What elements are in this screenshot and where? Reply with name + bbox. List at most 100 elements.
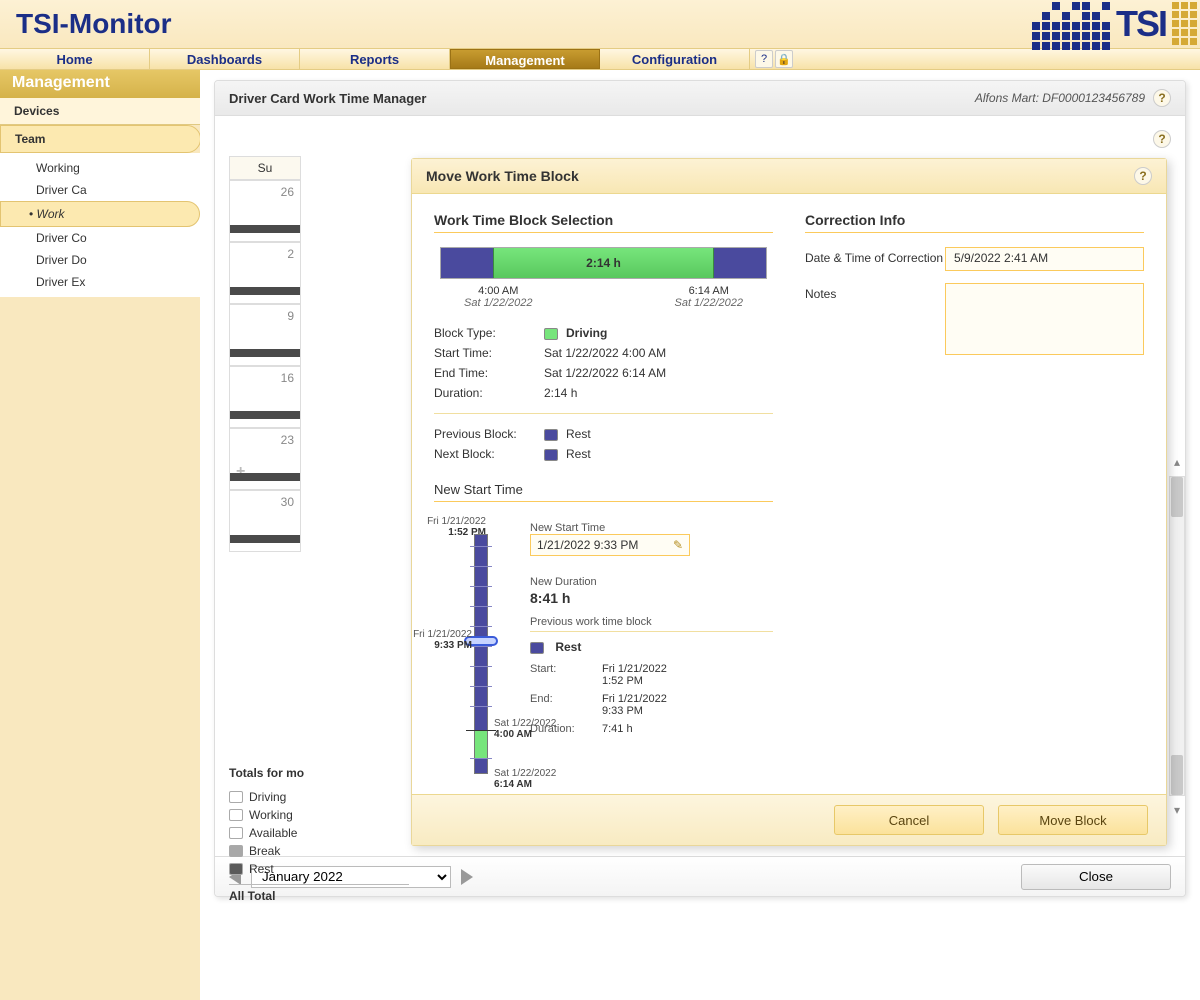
slider-tick bbox=[470, 606, 492, 607]
prev-block-type: Rest bbox=[555, 640, 581, 654]
modal-body: Work Time Block Selection 2:14 h 4:00 AM… bbox=[412, 194, 1166, 794]
top-banner: TSI-Monitor TSI bbox=[0, 0, 1200, 48]
totals-row: Rest bbox=[229, 860, 409, 878]
sidebar-item-driver-ex[interactable]: Driver Ex bbox=[0, 271, 200, 293]
scroll-thumb[interactable] bbox=[1171, 755, 1183, 795]
panel-help-icon[interactable]: ? bbox=[1153, 130, 1171, 148]
kv-value: Fri 1/21/20229:33 PM bbox=[602, 693, 667, 717]
kv-value: Sat 1/22/2022 4:00 AM bbox=[544, 346, 666, 360]
sidebar-item-driver-co[interactable]: Driver Co bbox=[0, 227, 200, 249]
cal-bar-icon bbox=[230, 287, 300, 295]
scroll-thumb[interactable] bbox=[1171, 477, 1183, 517]
slider-tick bbox=[470, 566, 492, 567]
kv-row: End:Fri 1/21/20229:33 PM bbox=[530, 690, 773, 720]
correction-notes-input[interactable] bbox=[945, 283, 1144, 355]
calendar-day[interactable]: 26 bbox=[229, 180, 301, 242]
sidebar-tab-devices[interactable]: Devices bbox=[0, 98, 200, 125]
nav-home[interactable]: Home bbox=[0, 49, 150, 69]
sidebar-item-working[interactable]: Working bbox=[0, 157, 200, 179]
correction-dt-input[interactable]: 5/9/2022 2:41 AM bbox=[945, 247, 1144, 271]
sidebar: Management Devices Team Working Driver C… bbox=[0, 70, 200, 1000]
slider-tick bbox=[470, 706, 492, 707]
slider-tick bbox=[470, 646, 492, 647]
calendar-header-su: Su bbox=[229, 156, 301, 180]
slider-tick bbox=[470, 546, 492, 547]
next-month-button[interactable] bbox=[461, 869, 473, 885]
nav-dashboards[interactable]: Dashboards bbox=[150, 49, 300, 69]
sidebar-tab-team[interactable]: Team bbox=[0, 125, 201, 153]
nav-configuration[interactable]: Configuration bbox=[600, 49, 750, 69]
kv-row: Next Block:Rest bbox=[434, 444, 773, 464]
calendar-day[interactable]: 23+ bbox=[229, 428, 301, 490]
slider-seg1-label: Sat 1/22/2022 4:00 AM bbox=[494, 718, 564, 740]
kv-row: Start:Fri 1/21/20221:52 PM bbox=[530, 660, 773, 690]
sidebar-item-work[interactable]: Work bbox=[0, 201, 200, 227]
slider-seg2-label: Sat 1/22/2022 6:14 AM bbox=[494, 768, 564, 790]
cancel-button[interactable]: Cancel bbox=[834, 805, 984, 835]
cal-bar-icon bbox=[230, 349, 300, 357]
correction-datetime-row: Date & Time of Correction 5/9/2022 2:41 … bbox=[805, 247, 1144, 271]
logo-right-dots-icon bbox=[1172, 2, 1200, 46]
new-start-time-area: Fri 1/21/2022 1:52 PM bbox=[434, 516, 773, 738]
scrollbar[interactable]: ▴ ▾ bbox=[1169, 476, 1185, 796]
swatch-icon bbox=[544, 449, 558, 461]
swatch-icon bbox=[544, 328, 558, 340]
calendar-date: 23 bbox=[281, 433, 294, 447]
correction-notes-label: Notes bbox=[805, 283, 945, 301]
kv-value: Rest bbox=[544, 447, 591, 461]
totals-row: Working bbox=[229, 806, 409, 824]
close-button[interactable]: Close bbox=[1021, 864, 1171, 890]
calendar-day[interactable]: 16 bbox=[229, 366, 301, 428]
calendar-day[interactable]: 9 bbox=[229, 304, 301, 366]
sidebar-header: Management bbox=[0, 70, 200, 98]
totals-swatch-icon bbox=[229, 809, 243, 821]
slider-tick bbox=[470, 586, 492, 587]
move-block-button[interactable]: Move Block bbox=[998, 805, 1148, 835]
modal-header: Move Work Time Block ? bbox=[412, 159, 1166, 194]
scroll-down-icon[interactable]: ▾ bbox=[1170, 803, 1184, 817]
slider-tick-major bbox=[466, 730, 496, 731]
manager-help-icon[interactable]: ? bbox=[1153, 89, 1171, 107]
edit-icon[interactable]: ✎ bbox=[673, 538, 683, 552]
kv-row: Start Time:Sat 1/22/2022 4:00 AM bbox=[434, 343, 773, 363]
new-start-fields: New Start Time 1/21/2022 9:33 PM ✎ New D… bbox=[530, 516, 773, 738]
nav-help-icon[interactable]: ? bbox=[755, 50, 773, 68]
slider-tick bbox=[470, 686, 492, 687]
content-area: Driver Card Work Time Manager Alfons Mar… bbox=[200, 70, 1200, 1000]
totals-row: Break bbox=[229, 842, 409, 860]
sidebar-item-driver-do[interactable]: Driver Do bbox=[0, 249, 200, 271]
scroll-up-icon[interactable]: ▴ bbox=[1170, 455, 1184, 469]
kv-row: Block Type:Driving bbox=[434, 323, 773, 343]
kv-value: 2:14 h bbox=[544, 386, 577, 400]
manager-title: Driver Card Work Time Manager bbox=[229, 91, 426, 106]
nav-reports[interactable]: Reports bbox=[300, 49, 450, 69]
modal-title: Move Work Time Block bbox=[426, 168, 579, 184]
kv-key: Block Type: bbox=[434, 326, 544, 340]
block-visualization: 2:14 h bbox=[440, 247, 767, 279]
kv-value: Rest bbox=[544, 427, 591, 441]
new-start-time-label: New Start Time bbox=[530, 522, 773, 534]
time-slider[interactable]: Fri 1/21/2022 1:52 PM bbox=[434, 516, 510, 738]
calendar-day[interactable]: 2 bbox=[229, 242, 301, 304]
nav-lock-icon[interactable]: 🔒 bbox=[775, 50, 793, 68]
block-time-labels: 4:00 AMSat 1/22/2022 6:14 AMSat 1/22/202… bbox=[464, 285, 743, 309]
nav-management[interactable]: Management bbox=[450, 49, 600, 69]
totals-swatch-icon bbox=[229, 827, 243, 839]
main-nav: Home Dashboards Reports Management Confi… bbox=[0, 48, 1200, 70]
sidebar-item-driver-ca[interactable]: Driver Ca bbox=[0, 179, 200, 201]
modal-right-column: Correction Info Date & Time of Correctio… bbox=[805, 212, 1144, 782]
logo-dot-grid-icon bbox=[1032, 2, 1112, 46]
modal-help-icon[interactable]: ? bbox=[1134, 167, 1152, 185]
app-title: TSI-Monitor bbox=[16, 8, 172, 40]
start-date-label: Sat 1/22/2022 bbox=[464, 297, 533, 309]
swatch-icon bbox=[544, 429, 558, 441]
manager-driver-info: Alfons Mart: DF0000123456789 bbox=[975, 91, 1145, 105]
manager-body: Su 26 2 9 16 23+ 30 Totals for mo Drivin… bbox=[215, 116, 1185, 856]
kv-key: Start: bbox=[530, 663, 602, 687]
modal-footer: Cancel Move Block bbox=[412, 794, 1166, 845]
slider-tick bbox=[470, 758, 492, 759]
calendar-day[interactable]: 30 bbox=[229, 490, 301, 552]
modal-left-column: Work Time Block Selection 2:14 h 4:00 AM… bbox=[434, 212, 773, 782]
new-start-time-input[interactable]: 1/21/2022 9:33 PM ✎ bbox=[530, 534, 690, 556]
rest-swatch-icon bbox=[530, 642, 544, 654]
